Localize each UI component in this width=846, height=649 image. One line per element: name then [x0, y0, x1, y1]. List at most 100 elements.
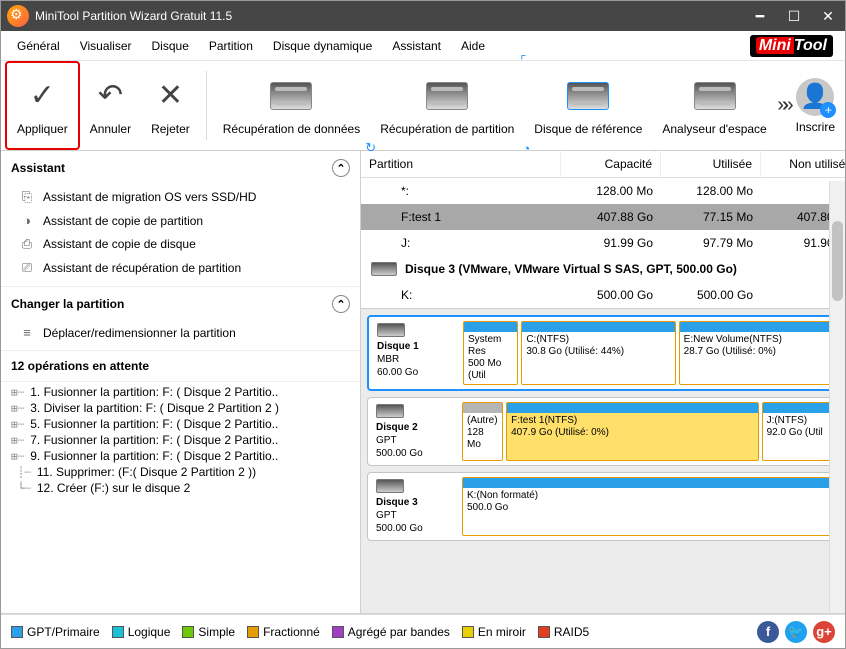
legend-label: Simple [198, 625, 235, 639]
sidebar-item-recover-partition[interactable]: ⎚Assistant de récupération de partition [1, 256, 360, 280]
op-item[interactable]: ⊞┈9. Fusionner la partition: F: ( Disque… [1, 448, 360, 464]
collapse-icon[interactable]: ⌃ [332, 295, 350, 313]
disk-map[interactable]: Disque 2 GPT 500.00 Go (Autre)128 Mo F:t… [367, 397, 839, 466]
more-tools-button[interactable]: »» [777, 94, 787, 117]
op-label: 3. Diviser la partition: F: ( Disque 2 P… [30, 401, 279, 415]
signup-button[interactable]: 👤 Inscrire [796, 78, 835, 134]
th-unused[interactable]: Non utilisée [761, 151, 845, 177]
table-row[interactable]: *: 128.00 Mo 128.00 Mo 0 o [361, 178, 845, 204]
disk-name: Disque 1 [377, 341, 451, 352]
th-partition[interactable]: Partition [361, 151, 561, 177]
pending-title: 12 opérations en attente [11, 359, 149, 373]
sidebar-item-move-resize[interactable]: ≡Déplacer/redimensionner la partition [1, 321, 360, 344]
usage-bar [507, 403, 757, 413]
scrollbar-thumb[interactable] [832, 221, 843, 301]
sidebar: Assistant ⌃ ⎘Assistant de migration OS v… [1, 151, 361, 613]
tree-expand-icon[interactable]: ⊞┈ [11, 434, 24, 447]
tree-expand-icon[interactable]: ⊞┈ [11, 418, 24, 431]
op-item[interactable]: ┊┈11. Supprimer: (F:( Disque 2 Partition… [1, 464, 360, 480]
migrate-icon: ⎘ [19, 189, 35, 205]
disk-refresh-icon: ↻ [270, 76, 312, 116]
scrollbar[interactable] [829, 181, 845, 613]
panel-header-change[interactable]: Changer la partition ⌃ [1, 286, 360, 321]
menu-partition[interactable]: Partition [199, 35, 263, 57]
op-item[interactable]: ⊞┈ 3. Diviser la partition: F: ( Disque 2… [1, 400, 360, 416]
partition-segment[interactable]: J:(NTFS)92.0 Go (Util [762, 402, 834, 461]
table-row[interactable]: K: 500.00 Go 500.00 Go 0 o [361, 282, 845, 308]
menu-dynamic-disk[interactable]: Disque dynamique [263, 35, 382, 57]
menu-view[interactable]: Visualiser [70, 35, 142, 57]
table-row[interactable]: F:test 1 407.88 Go 77.15 Mo 407.80 Go [361, 204, 845, 230]
recover-icon: ⎚ [19, 260, 35, 276]
cell-partition: F:test 1 [361, 210, 561, 224]
sidebar-item-copy-disk[interactable]: ⎙Assistant de copie de disque [1, 232, 360, 256]
cell-partition: *: [361, 184, 561, 198]
partition-label: (Autre)128 Mo [463, 413, 502, 453]
menu-general[interactable]: Général [7, 35, 70, 57]
partition-label: K:(Non formaté)500.0 Go [463, 488, 833, 516]
cell-capacity: 407.88 Go [561, 210, 661, 224]
cross-icon: ✕ [158, 76, 183, 116]
undo-icon: ↶ [98, 76, 123, 116]
menu-assistant[interactable]: Assistant [382, 35, 451, 57]
disk-map-area: Disque 1 MBR 60.00 Go System Res500 Mo (… [361, 308, 845, 613]
tree-line-icon: ┊┈ [11, 466, 31, 479]
main-panel: Partition Capacité Utilisée Non utilisée… [361, 151, 845, 613]
window-title: MiniTool Partition Wizard Gratuit 11.5 [35, 9, 743, 23]
partition-segment[interactable]: C:(NTFS)30.8 Go (Utilisé: 44%) [521, 321, 675, 385]
tree-expand-icon[interactable]: ⊞┈ [11, 450, 24, 463]
separator [206, 71, 207, 140]
th-capacity[interactable]: Capacité [561, 151, 661, 177]
partition-segment[interactable]: K:(Non formaté)500.0 Go [462, 477, 834, 536]
data-recovery-button[interactable]: ↻ Récupération de données [213, 61, 370, 150]
menu-disk[interactable]: Disque [142, 35, 199, 57]
toolbar: ✓ Appliquer ↶ Annuler ✕ Rejeter ↻ Récupé… [1, 61, 845, 151]
tree-expand-icon[interactable]: ⊞┈ [11, 386, 24, 399]
op-item[interactable]: └┈12. Créer (F:) sur le disque 2 [1, 480, 360, 496]
legend-label: Fractionné [263, 625, 320, 639]
op-item[interactable]: ⊞┈1. Fusionner la partition: F: ( Disque… [1, 384, 360, 400]
partition-table: Partition Capacité Utilisée Non utilisée… [361, 151, 845, 308]
table-row[interactable]: J: 91.99 Go 97.79 Mo 91.90 Go [361, 230, 845, 256]
panel-header-assistant[interactable]: Assistant ⌃ [1, 151, 360, 185]
legend-swatch [182, 626, 194, 638]
partition-recovery-button[interactable]: ◔ Récupération de partition [370, 61, 524, 150]
th-used[interactable]: Utilisée [661, 151, 761, 177]
reject-button[interactable]: ✕ Rejeter [141, 61, 200, 150]
disk-map[interactable]: Disque 1 MBR 60.00 Go System Res500 Mo (… [367, 315, 839, 391]
op-item[interactable]: ⊞┈7. Fusionner la partition: F: ( Disque… [1, 432, 360, 448]
twitter-icon[interactable]: 🐦 [785, 621, 807, 643]
assistant-list: ⎘Assistant de migration OS vers SSD/HD ◑… [1, 185, 360, 286]
apply-button[interactable]: ✓ Appliquer [5, 61, 80, 150]
tree-expand-icon[interactable]: ⊞┈ [11, 402, 24, 415]
cancel-button[interactable]: ↶ Annuler [80, 61, 141, 150]
facebook-icon[interactable]: f [757, 621, 779, 643]
space-analyzer-button[interactable]: Analyseur d'espace [652, 61, 776, 150]
disk-scheme: MBR [377, 354, 451, 365]
change-list: ≡Déplacer/redimensionner la partition [1, 321, 360, 350]
googleplus-icon[interactable]: g+ [813, 621, 835, 643]
cell-capacity: 500.00 Go [561, 288, 661, 302]
partition-segment[interactable]: System Res500 Mo (Util [463, 321, 518, 385]
partition-segment[interactable]: (Autre)128 Mo [462, 402, 503, 461]
body: Assistant ⌃ ⎘Assistant de migration OS v… [1, 151, 845, 614]
partition-segment[interactable]: F:test 1(NTFS)407.9 Go (Utilisé: 0%) [506, 402, 758, 461]
disk3-header-label: Disque 3 (VMware, VMware Virtual S SAS, … [405, 262, 737, 276]
cell-used: 97.79 Mo [661, 236, 761, 250]
disk3-header-row[interactable]: Disque 3 (VMware, VMware Virtual S SAS, … [361, 256, 845, 282]
copy-disk-icon: ⎙ [19, 236, 35, 252]
maximize-button[interactable]: ☐ [777, 1, 811, 31]
disk-benchmark-button[interactable]: ⌜⌟ Disque de référence [524, 61, 652, 150]
partition-segment[interactable]: E:New Volume(NTFS)28.7 Go (Utilisé: 0%) [679, 321, 833, 385]
disk-size: 500.00 Go [376, 523, 450, 534]
sidebar-item-migrate-os[interactable]: ⎘Assistant de migration OS vers SSD/HD [1, 185, 360, 209]
close-button[interactable]: ✕ [811, 1, 845, 31]
minimize-button[interactable]: ━ [743, 1, 777, 31]
menu-help[interactable]: Aide [451, 35, 495, 57]
sidebar-label: Déplacer/redimensionner la partition [43, 326, 236, 340]
collapse-icon[interactable]: ⌃ [332, 159, 350, 177]
disk-map[interactable]: Disque 3 GPT 500.00 Go K:(Non formaté)50… [367, 472, 839, 541]
sidebar-item-copy-partition[interactable]: ◑Assistant de copie de partition [1, 209, 360, 232]
op-item[interactable]: ⊞┈5. Fusionner la partition: F: ( Disque… [1, 416, 360, 432]
legend-swatch [332, 626, 344, 638]
